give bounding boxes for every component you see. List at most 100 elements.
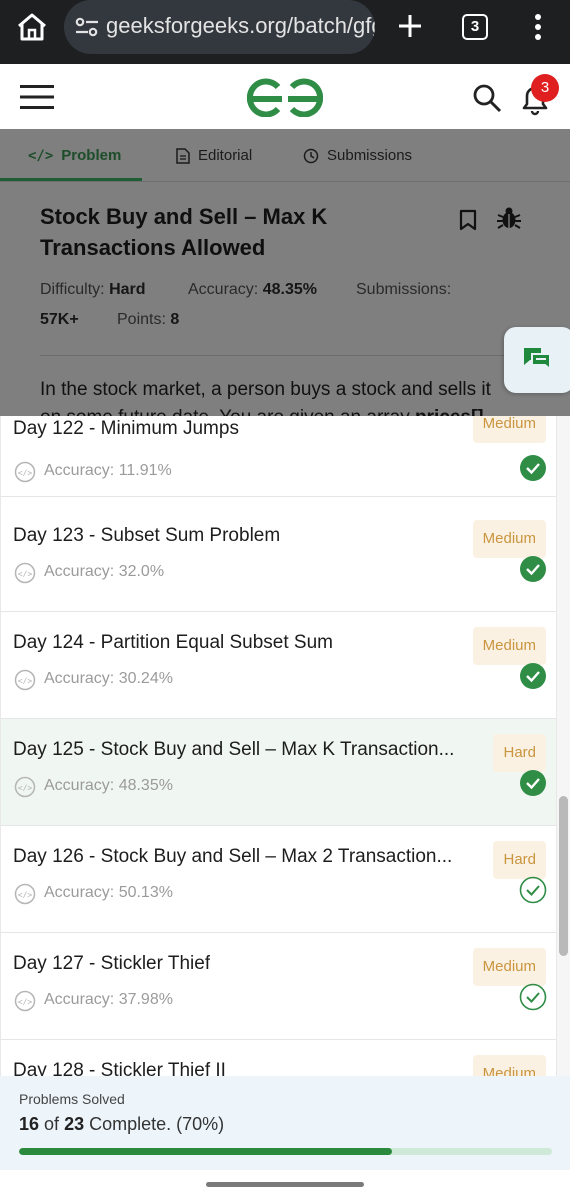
code-icon: </> — [28, 147, 54, 164]
app: geeksforgeeks.org/batch/gfg 3 3 </> Prob… — [0, 0, 570, 1200]
scrollbar[interactable] — [557, 416, 570, 1076]
description-bold: prices[] — [415, 407, 484, 416]
accuracy-text: Accuracy: 32.0% — [44, 563, 165, 580]
site-settings-icon[interactable] — [74, 16, 100, 38]
code-circle-icon: </> — [14, 883, 36, 905]
difficulty-tag: Medium — [472, 416, 546, 443]
code-circle-icon: </> — [14, 776, 36, 798]
problem-list: Day 122 - Minimum Jumps Medium </> Accur… — [0, 416, 557, 1076]
list-item[interactable]: Day 122 - Minimum Jumps Medium </> Accur… — [1, 416, 556, 497]
list-item[interactable]: Day 124 - Partition Equal Subset Sum Med… — [1, 612, 556, 719]
accuracy-text: Accuracy: 50.13% — [44, 884, 173, 901]
site-header: 3 — [0, 64, 570, 129]
list-item-current[interactable]: Day 125 - Stock Buy and Sell – Max K Tra… — [1, 719, 556, 826]
tab-problem[interactable]: </> Problem — [28, 129, 121, 182]
scrollbar-thumb[interactable] — [559, 796, 568, 956]
problems-solved-label: Problems Solved — [19, 1091, 125, 1107]
check-filled-icon — [520, 663, 546, 689]
difficulty-label: Difficulty: — [40, 281, 105, 298]
problem-title-link[interactable]: Day 123 - Subset Sum Problem — [13, 525, 280, 547]
check-filled-icon — [520, 455, 546, 481]
svg-text:</>: </> — [18, 784, 33, 793]
check-filled-icon — [520, 556, 546, 582]
difficulty-tag: Medium — [472, 627, 546, 665]
list-item[interactable]: Day 127 - Stickler Thief Medium </> Accu… — [1, 933, 556, 1040]
difficulty-tag: Hard — [493, 734, 546, 772]
progress-footer: Problems Solved 16 of 23 Complete. (70%) — [0, 1076, 570, 1170]
accuracy-text: Accuracy: 30.24% — [44, 670, 173, 687]
difficulty-tag: Medium — [472, 520, 546, 558]
svg-text:</>: </> — [18, 998, 33, 1007]
new-tab-icon[interactable] — [396, 12, 424, 40]
problem-title: Stock Buy and Sell – Max K Transactions … — [40, 204, 328, 260]
submissions-meta: Submissions: — [356, 281, 451, 299]
tab-editorial-label: Editorial — [198, 147, 253, 164]
bookmark-icon[interactable] — [459, 209, 477, 231]
total-count: 23 — [64, 1114, 85, 1134]
submissions-label: Submissions: — [356, 281, 452, 298]
svg-text:</>: </> — [18, 891, 33, 900]
hamburger-menu-icon[interactable] — [20, 84, 54, 110]
report-bug-icon[interactable] — [496, 205, 522, 231]
code-circle-icon: </> — [14, 990, 36, 1012]
progress-suffix: Complete. (70%) — [89, 1114, 225, 1134]
description-line-1: In the stock market, a person buys a sto… — [40, 379, 491, 400]
solved-count: 16 — [19, 1114, 40, 1134]
progress-bar-fill — [19, 1148, 393, 1155]
browser-toolbar: geeksforgeeks.org/batch/gfg 3 — [0, 0, 570, 64]
divider — [40, 355, 510, 356]
search-icon[interactable] — [472, 83, 502, 113]
problem-title-link[interactable]: Day 125 - Stock Buy and Sell – Max K Tra… — [13, 739, 454, 761]
problem-tabs: </> Problem Editorial Submissions — [0, 129, 570, 182]
svg-text:</>: </> — [18, 570, 33, 579]
problem-title-link[interactable]: Day 127 - Stickler Thief — [13, 953, 210, 975]
check-outline-icon — [519, 876, 547, 904]
tab-editorial[interactable]: Editorial — [176, 129, 252, 182]
code-circle-icon: </> — [14, 562, 36, 584]
accuracy-value: 48.35% — [262, 281, 317, 298]
list-item[interactable]: Day 126 - Stock Buy and Sell – Max 2 Tra… — [1, 826, 556, 933]
problem-title-link[interactable]: Day 122 - Minimum Jumps — [13, 418, 239, 440]
points-meta: Points: 8 — [117, 311, 179, 329]
accuracy-text: Accuracy: 11.91% — [44, 462, 172, 479]
url-text[interactable]: geeksforgeeks.org/batch/gfg — [106, 13, 375, 39]
accuracy-meta: Accuracy: 48.35% — [188, 281, 317, 299]
difficulty-tag: Medium — [472, 1055, 546, 1076]
svg-text:</>: </> — [18, 677, 33, 686]
active-tab-indicator — [0, 178, 142, 181]
of-word: of — [44, 1114, 60, 1134]
check-outline-icon — [519, 983, 547, 1011]
points-label: Points: — [117, 311, 166, 328]
home-gesture-bar[interactable] — [206, 1182, 364, 1187]
points-value: 8 — [170, 311, 180, 328]
submissions-count: 57K+ — [40, 311, 79, 329]
tab-submissions[interactable]: Submissions — [303, 129, 412, 182]
problem-title-link[interactable]: Day 128 - Stickler Thief II — [13, 1060, 226, 1076]
tab-problem-label: Problem — [61, 147, 122, 164]
accuracy-text: Accuracy: 37.98% — [44, 991, 173, 1008]
code-circle-icon: </> — [14, 669, 36, 691]
accuracy-label: Accuracy: — [188, 281, 259, 298]
code-circle-icon: </> — [14, 461, 36, 483]
chat-button[interactable] — [504, 327, 570, 393]
progress-text: 16 of 23 Complete. (70%) — [19, 1114, 224, 1135]
tab-submissions-label: Submissions — [327, 147, 413, 164]
list-item[interactable]: Day 123 - Subset Sum Problem Medium </> … — [1, 505, 556, 612]
gesture-area — [0, 1170, 570, 1200]
problem-title-link[interactable]: Day 126 - Stock Buy and Sell – Max 2 Tra… — [13, 846, 452, 868]
submissions-value: 57K+ — [40, 311, 79, 328]
difficulty-tag: Medium — [472, 948, 546, 986]
problem-title-link[interactable]: Day 124 - Partition Equal Subset Sum — [13, 632, 333, 654]
home-icon[interactable] — [14, 12, 50, 42]
clock-icon — [303, 148, 319, 163]
tab-switcher-button[interactable]: 3 — [462, 14, 488, 40]
list-item[interactable]: Day 128 - Stickler Thief II Medium — [1, 1040, 556, 1076]
gfg-logo[interactable] — [244, 77, 326, 117]
document-icon — [176, 147, 190, 164]
problem-description: In the stock market, a person buys a sto… — [40, 376, 560, 416]
overflow-menu-icon[interactable] — [534, 14, 542, 40]
address-bar[interactable]: geeksforgeeks.org/batch/gfg — [64, 0, 375, 54]
accuracy-text: Accuracy: 48.35% — [44, 777, 173, 794]
difficulty-meta: Difficulty: Hard — [40, 281, 146, 299]
description-line-2: on some future date. You are given an ar… — [40, 407, 415, 416]
